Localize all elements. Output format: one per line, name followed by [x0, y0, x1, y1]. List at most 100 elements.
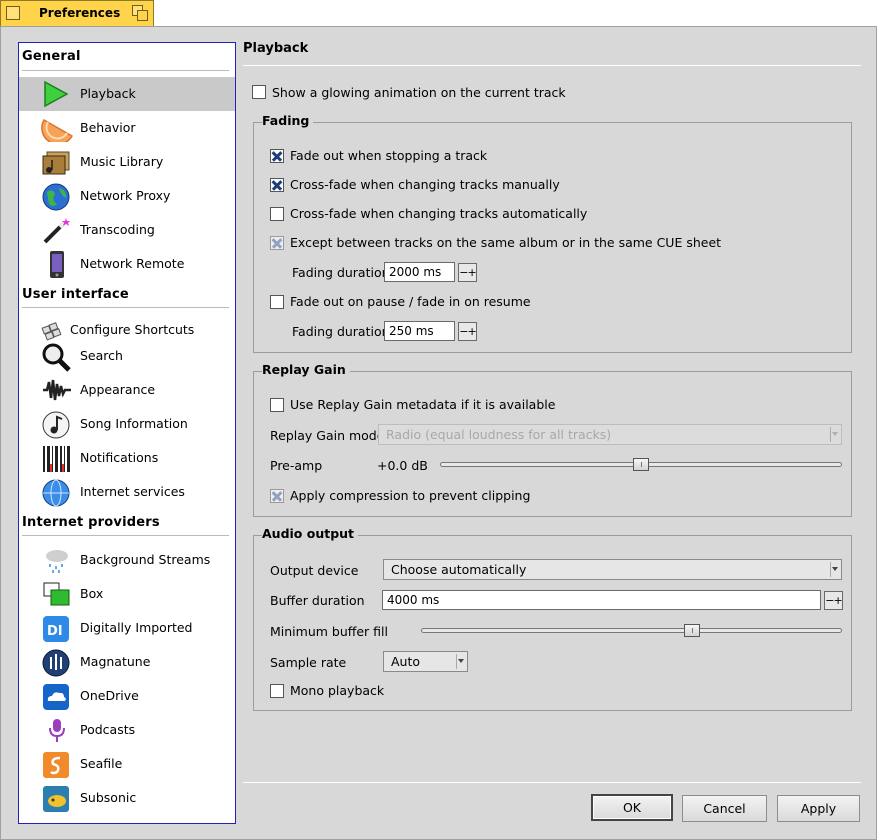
sidebar-item-song-information[interactable]: Song Information [19, 407, 235, 441]
window-title: Preferences [39, 6, 121, 20]
waveform-icon [41, 376, 71, 404]
magic-wand-icon [41, 216, 71, 244]
sidebar-item-search[interactable]: Search [19, 339, 235, 373]
play-icon [41, 80, 71, 108]
sidebar-section-user-interface: User interface [22, 287, 129, 302]
sidebar-item-label: Search [80, 348, 123, 363]
buffer-duration-stepper[interactable]: −+ [824, 591, 843, 610]
except-album-checkbox[interactable] [270, 236, 284, 250]
window-tab[interactable]: Preferences [0, 0, 154, 26]
orange-slice-icon [41, 114, 74, 145]
output-device-select[interactable]: Choose automatically [383, 559, 842, 580]
use-replay-gain-checkbox[interactable] [270, 398, 284, 412]
divider [22, 307, 229, 308]
fade-out-stop-checkbox[interactable] [270, 149, 284, 163]
fading-duration-input[interactable]: 2000 ms [384, 262, 455, 282]
preamp-slider-handle[interactable] [633, 458, 649, 471]
zoom-icon[interactable] [132, 5, 148, 21]
box-icon [41, 580, 71, 608]
sidebar-item-music-library[interactable]: Music Library [19, 145, 235, 179]
sample-rate-select[interactable]: Auto [383, 651, 468, 672]
sidebar-item-label: Song Information [80, 416, 188, 431]
compression-checkbox[interactable] [270, 489, 284, 503]
cancel-button[interactable]: Cancel [682, 795, 767, 822]
sidebar-item-magnatune[interactable]: Magnatune [19, 645, 235, 679]
podcast-icon [41, 716, 71, 744]
min-buffer-fill-slider-handle[interactable] [684, 624, 701, 637]
fading-duration-stepper[interactable]: −+ [458, 263, 477, 282]
sidebar-item-digitally-imported[interactable]: DI Digitally Imported [19, 611, 235, 645]
sidebar-item-label: Configure Shortcuts [70, 322, 195, 337]
preamp-value: +0.0 dB [377, 458, 428, 473]
sidebar-item-network-proxy[interactable]: Network Proxy [19, 179, 235, 213]
sidebar-item-label: Network Proxy [80, 188, 171, 203]
replay-gain-group-title: Replay Gain [262, 362, 350, 377]
sidebar-item-label: Digitally Imported [80, 620, 193, 635]
sidebar-item-behavior[interactable]: Behavior [19, 111, 235, 145]
except-album-label: Except between tracks on the same album … [290, 235, 722, 250]
globe-icon [41, 182, 71, 211]
sidebar-item-seafile[interactable]: Seafile [19, 747, 235, 781]
divider [243, 782, 861, 783]
min-buffer-fill-slider[interactable] [421, 628, 842, 633]
sidebar-item-onedrive[interactable]: OneDrive [19, 679, 235, 713]
sidebar-item-appearance[interactable]: Appearance [19, 373, 235, 407]
sidebar-item-label: Magnatune [80, 654, 151, 669]
replay-gain-mode-select[interactable]: Radio (equal loudness for all tracks) [378, 424, 842, 445]
sidebar-item-playback[interactable]: Playback [19, 77, 235, 111]
barcode-icon [41, 444, 71, 472]
sidebar-section-general: General [22, 49, 81, 64]
sidebar-item-label: Notifications [80, 450, 159, 465]
sidebar-item-label: Playback [80, 86, 136, 101]
pause-duration-input[interactable]: 250 ms [384, 321, 455, 341]
sidebar-item-podcasts[interactable]: Podcasts [19, 713, 235, 747]
preferences-window: General Playback Behavior Music Library … [0, 26, 877, 840]
internet-globe-icon [41, 478, 71, 507]
sidebar-item-box[interactable]: Box [19, 577, 235, 611]
sidebar-item-label: Box [80, 586, 104, 601]
sidebar-item-label: Network Remote [80, 256, 185, 271]
output-device-value: Choose automatically [391, 562, 527, 577]
fade-pause-checkbox[interactable] [270, 295, 284, 309]
pause-duration-stepper[interactable]: −+ [458, 322, 477, 341]
crossfade-auto-checkbox[interactable] [270, 207, 284, 221]
preamp-label: Pre-amp [270, 458, 323, 473]
ok-button[interactable]: OK [591, 794, 673, 821]
sidebar-item-label: Background Streams [80, 552, 211, 567]
sidebar-item-notifications[interactable]: Notifications [19, 441, 235, 475]
fading-group-title: Fading [262, 113, 314, 128]
buffer-duration-label: Buffer duration [270, 593, 365, 608]
sidebar-item-label: Internet services [80, 484, 185, 499]
crossfade-manual-checkbox[interactable] [270, 178, 284, 192]
sample-rate-value: Auto [391, 654, 421, 669]
sidebar-item-network-remote[interactable]: Network Remote [19, 247, 235, 281]
sidebar-item-label: Appearance [80, 382, 156, 397]
sidebar-item-label: Seafile [80, 756, 123, 771]
keyboard-icon [41, 321, 62, 341]
fade-pause-label: Fade out on pause / fade in on resume [290, 294, 531, 309]
desktop-background [154, 0, 877, 26]
sidebar-item-internet-services[interactable]: Internet services [19, 475, 235, 509]
divider [22, 535, 229, 536]
compression-label: Apply compression to prevent clipping [290, 488, 531, 503]
seafile-icon [41, 750, 71, 778]
sidebar-item-label: Transcoding [80, 222, 155, 237]
sidebar-item-subsonic[interactable]: Subsonic [19, 781, 235, 815]
crossfade-manual-label: Cross-fade when changing tracks manually [290, 177, 560, 192]
page-title: Playback [243, 41, 309, 56]
glowing-animation-checkbox[interactable] [252, 85, 266, 99]
chevron-down-icon [832, 432, 838, 436]
sidebar-item-label: Music Library [80, 154, 164, 169]
sidebar-item-background-streams[interactable]: Background Streams [19, 543, 235, 577]
apply-button[interactable]: Apply [777, 795, 860, 822]
sidebar-section-internet-providers: Internet providers [22, 515, 160, 530]
fade-out-stop-label: Fade out when stopping a track [290, 148, 488, 163]
glowing-animation-label: Show a glowing animation on the current … [272, 85, 566, 100]
sidebar-item-transcoding[interactable]: Transcoding [19, 213, 235, 247]
sidebar-item-label: OneDrive [80, 688, 139, 703]
close-icon[interactable] [6, 6, 20, 20]
mono-playback-checkbox[interactable] [270, 684, 284, 698]
di-logo-icon: DI [41, 614, 71, 642]
buffer-duration-input[interactable]: 4000 ms [382, 590, 821, 610]
use-replay-gain-label: Use Replay Gain metadata if it is availa… [290, 397, 556, 412]
